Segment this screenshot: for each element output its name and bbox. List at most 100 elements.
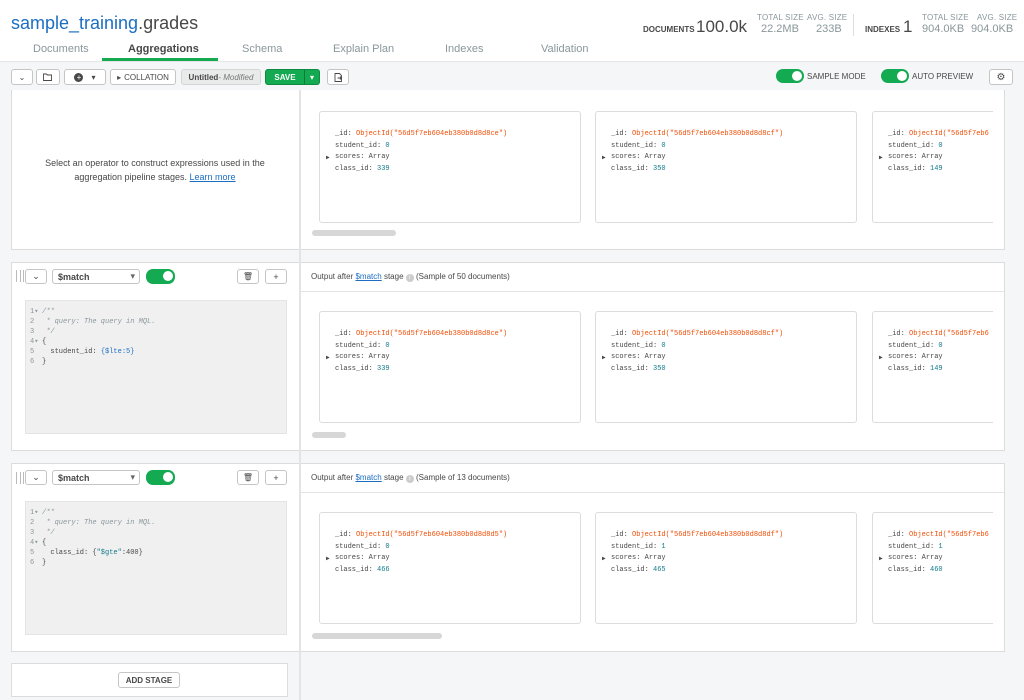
pipeline-name[interactable]: Untitled - Modified bbox=[181, 69, 261, 85]
avg-size-value: 233B bbox=[816, 23, 842, 35]
tab-documents[interactable]: Documents bbox=[33, 43, 89, 55]
delete-stage-button[interactable]: 🗑 bbox=[237, 470, 259, 485]
field-value: 460 bbox=[930, 565, 943, 574]
expand-icon[interactable]: ▶ bbox=[602, 152, 606, 164]
stage-code-editor[interactable]: 1▾/** 2 * query: The query in MQL. 3 */4▾{… bbox=[25, 501, 287, 635]
drag-handle-icon[interactable] bbox=[16, 270, 24, 282]
document-card[interactable]: _id: ObjectId("56d5f7eb604eb380b0d8d8cf"… bbox=[595, 311, 857, 423]
expand-icon[interactable]: ▶ bbox=[879, 352, 883, 364]
expand-icon[interactable]: ▶ bbox=[326, 352, 330, 364]
field-name: class_id bbox=[611, 164, 645, 173]
collation-label: COLLATION bbox=[124, 72, 169, 82]
stage-enable-toggle[interactable] bbox=[146, 470, 175, 485]
field-value: 0 bbox=[385, 341, 390, 350]
field-value: 1 bbox=[661, 542, 666, 551]
expand-icon[interactable]: ▶ bbox=[326, 152, 330, 164]
document-card[interactable]: _id: ObjectId("56d5f7eb604eb380b0d8d8d5"… bbox=[319, 512, 581, 624]
document-card[interactable]: _id: ObjectId("56d5f7eb604eb380b0d8d8df"… bbox=[595, 512, 857, 624]
settings-button[interactable]: ⚙ bbox=[989, 69, 1013, 85]
plus-icon: + bbox=[273, 271, 279, 282]
export-button[interactable] bbox=[327, 69, 349, 85]
document-card[interactable]: _id: ObjectId("56d5f7eb604eb380b0d8d8ce"… bbox=[319, 111, 581, 223]
expand-icon[interactable]: ▶ bbox=[602, 553, 606, 565]
index-avg-size-value: 904.0KB bbox=[971, 23, 1014, 35]
documents-count: 100.0k bbox=[696, 17, 748, 36]
tab-explain-plan[interactable]: Explain Plan bbox=[333, 43, 394, 55]
expand-icon[interactable]: ▶ bbox=[879, 553, 883, 565]
sample-count: (Sample of 50 documents) bbox=[416, 272, 510, 281]
expand-icon[interactable]: ▶ bbox=[602, 352, 606, 364]
avg-size-label: AVG. SIZE bbox=[807, 13, 848, 22]
collation-button[interactable]: ▸ COLLATION bbox=[110, 69, 176, 85]
add-stage-after-button[interactable]: + bbox=[265, 470, 287, 485]
field-value: 0 bbox=[385, 542, 390, 551]
horizontal-scrollbar[interactable] bbox=[312, 432, 346, 438]
field-value: 0 bbox=[661, 141, 666, 150]
delete-stage-button[interactable]: 🗑 bbox=[237, 269, 259, 284]
database-name[interactable]: sample_training bbox=[11, 13, 138, 33]
code-line: /** bbox=[42, 308, 55, 316]
field-value: Array bbox=[368, 554, 390, 562]
stage-operator-select[interactable]: $match bbox=[52, 269, 140, 284]
collapse-button[interactable]: ⌄ bbox=[11, 69, 33, 85]
sample-mode-toggle[interactable] bbox=[776, 69, 804, 83]
field-value: 149 bbox=[930, 164, 943, 173]
document-card[interactable]: _id: ObjectId("56d5f7eb6 student_id: 0 ▶… bbox=[872, 111, 993, 223]
document-card[interactable]: _id: ObjectId("56d5f7eb604eb380b0d8d8cf"… bbox=[595, 111, 857, 223]
field-name: class_id bbox=[335, 364, 369, 373]
field-name: scores bbox=[888, 554, 914, 562]
stage-code-editor[interactable]: 1▾/** 2 * query: The query in MQL. 3 */4▾{… bbox=[25, 300, 287, 434]
code-line: class_id: { bbox=[42, 549, 97, 557]
tab-validation[interactable]: Validation bbox=[541, 43, 589, 55]
code-line: } bbox=[42, 559, 47, 567]
code-line: /** bbox=[42, 509, 55, 517]
horizontal-scrollbar[interactable] bbox=[312, 230, 396, 236]
expand-icon[interactable]: ▶ bbox=[879, 152, 883, 164]
field-name: _id bbox=[335, 130, 348, 138]
field-name: _id bbox=[888, 130, 901, 138]
operator-doc-link[interactable]: $match bbox=[355, 473, 381, 482]
expand-icon[interactable]: ▶ bbox=[326, 553, 330, 565]
document-card[interactable]: _id: ObjectId("56d5f7eb604eb380b0d8d8ce"… bbox=[319, 311, 581, 423]
tab-aggregations[interactable]: Aggregations bbox=[128, 43, 199, 55]
drag-handle-icon[interactable] bbox=[16, 472, 24, 484]
info-icon[interactable]: i bbox=[405, 475, 414, 483]
field-value: Array bbox=[921, 153, 943, 161]
operator-doc-link[interactable]: $match bbox=[355, 272, 381, 281]
code-token: {$lte:5} bbox=[100, 348, 135, 356]
document-card[interactable]: _id: ObjectId("56d5f7eb6 student_id: 1 ▶… bbox=[872, 512, 993, 624]
new-pipeline-button[interactable]: + ▾ bbox=[64, 69, 106, 85]
stage-header-line bbox=[301, 492, 1004, 493]
document-card[interactable]: _id: ObjectId("56d5f7eb6 student_id: 0 ▶… bbox=[872, 311, 993, 423]
chevron-down-icon: ▾ bbox=[309, 72, 314, 82]
horizontal-scrollbar[interactable] bbox=[312, 633, 442, 639]
collapse-stage-button[interactable]: ⌄ bbox=[25, 269, 47, 284]
auto-preview-label: AUTO PREVIEW bbox=[912, 72, 974, 81]
collection-header: sample_training.grades DOCUMENTS 100.0k … bbox=[0, 0, 1024, 62]
open-pipeline-button[interactable] bbox=[36, 69, 60, 85]
active-tab-indicator bbox=[102, 58, 218, 61]
field-name: student_id bbox=[611, 341, 654, 350]
save-dropdown-button[interactable]: ▾ bbox=[304, 69, 320, 85]
learn-more-link[interactable]: Learn more bbox=[190, 172, 236, 182]
field-name: _id bbox=[611, 330, 624, 338]
field-value: ObjectId("56d5f7eb604eb380b0d8d8cf") bbox=[632, 130, 784, 138]
tab-schema[interactable]: Schema bbox=[242, 43, 282, 55]
add-stage-button[interactable]: ADD STAGE bbox=[118, 672, 180, 688]
trash-icon: 🗑 bbox=[242, 473, 254, 482]
add-stage-after-button[interactable]: + bbox=[265, 269, 287, 284]
sample-count: (Sample of 13 documents) bbox=[416, 473, 510, 482]
field-value: 350 bbox=[653, 164, 666, 173]
field-name: class_id bbox=[888, 565, 922, 574]
info-icon[interactable]: i bbox=[405, 274, 414, 282]
collapse-stage-button[interactable]: ⌄ bbox=[25, 470, 47, 485]
save-button[interactable]: SAVE bbox=[265, 69, 305, 85]
auto-preview-toggle[interactable] bbox=[881, 69, 909, 83]
field-value: 0 bbox=[385, 141, 390, 150]
field-name: _id bbox=[888, 531, 901, 539]
stage-operator-select[interactable]: $match bbox=[52, 470, 140, 485]
source-stage-help: Select an operator to construct expressi… bbox=[30, 156, 280, 184]
tab-indexes[interactable]: Indexes bbox=[445, 43, 484, 55]
stage-enable-toggle[interactable] bbox=[146, 269, 175, 284]
code-line: } bbox=[42, 358, 47, 366]
